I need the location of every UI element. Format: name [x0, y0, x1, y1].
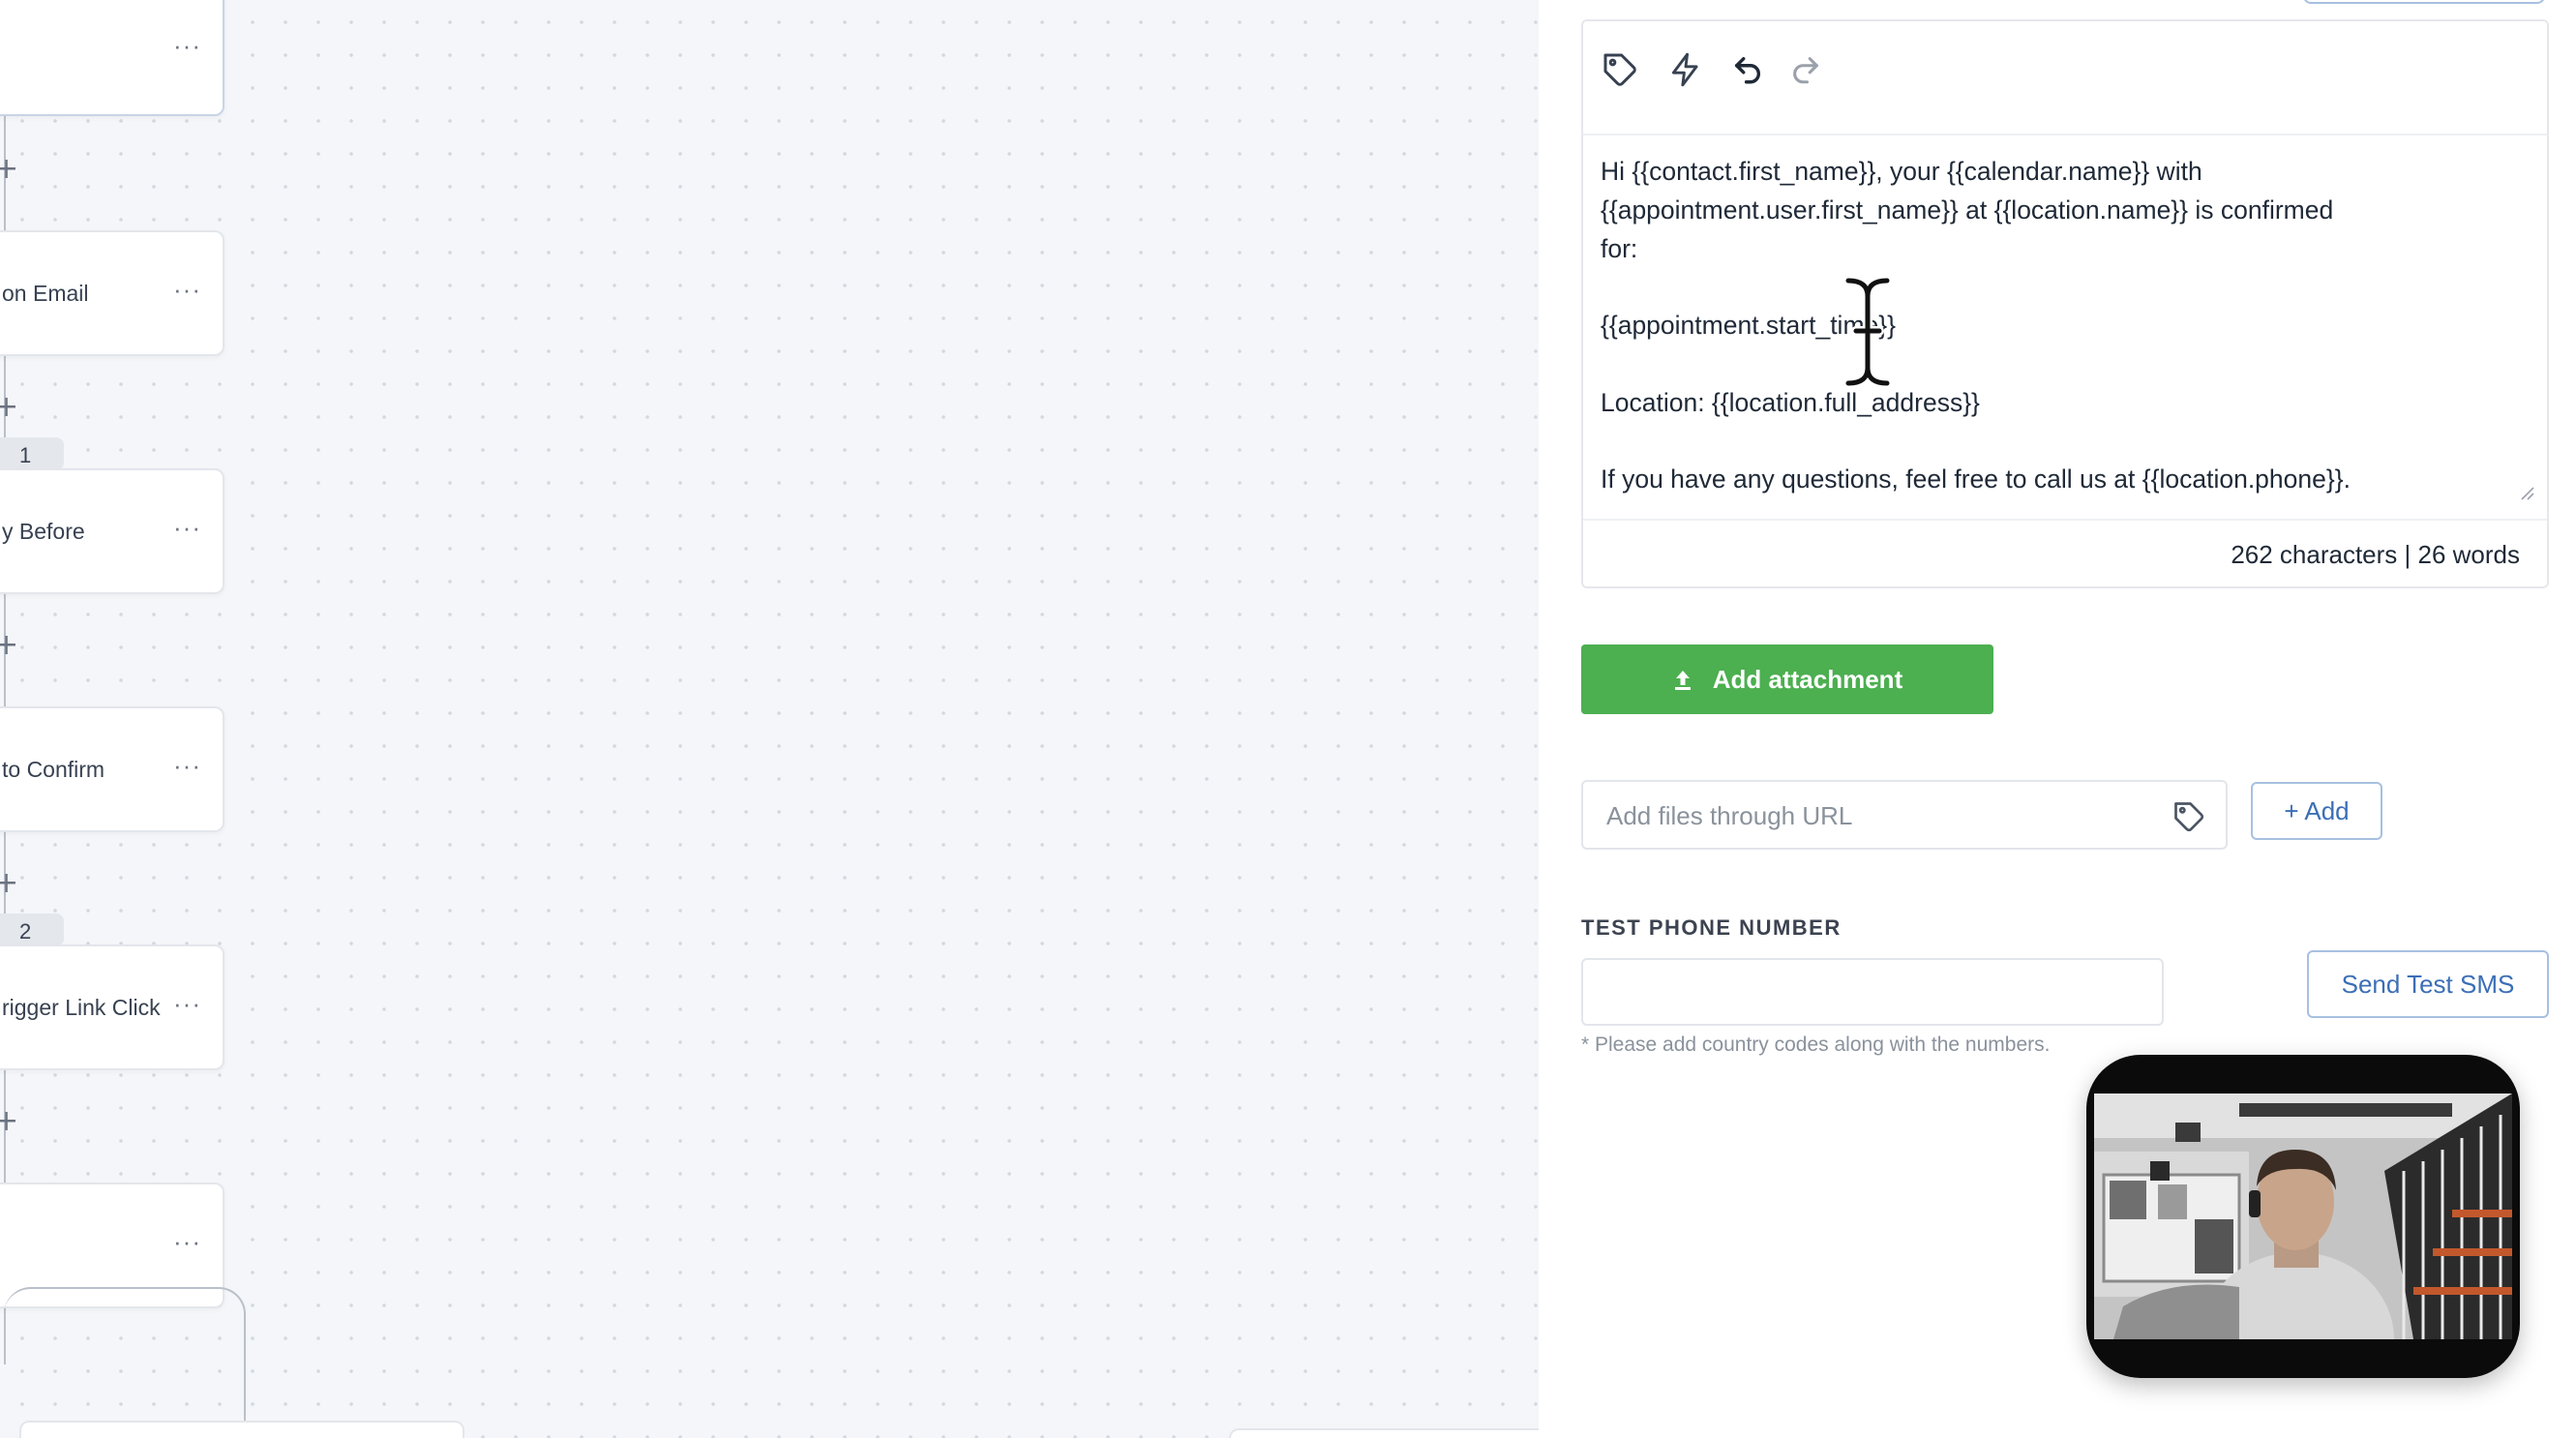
- add-step-icon[interactable]: +: [0, 869, 18, 898]
- add-step-icon[interactable]: +: [0, 1107, 18, 1136]
- file-url-placeholder: Add files through URL: [1606, 801, 1853, 830]
- character-count: 262 characters | 26 words: [2231, 540, 2520, 569]
- node-label: rigger Link Click: [2, 995, 161, 1020]
- redo-icon[interactable]: [1784, 48, 1827, 91]
- node-label: to Confirm: [2, 757, 105, 782]
- lightning-icon[interactable]: [1664, 48, 1707, 91]
- add-attachment-button[interactable]: Add attachment: [1581, 644, 1993, 714]
- node-label: y Before: [2, 519, 85, 544]
- message-textarea[interactable]: Hi {{contact.first_name}}, your {{calend…: [1601, 153, 2520, 530]
- workflow-node[interactable]: on Email ···: [0, 230, 225, 356]
- more-options-icon[interactable]: ···: [173, 989, 201, 1019]
- workflow-node[interactable]: [1229, 1428, 1539, 1438]
- node-label: on Email: [2, 281, 89, 306]
- editor-toolbar: [1583, 21, 2547, 135]
- add-step-icon[interactable]: +: [0, 155, 18, 184]
- country-code-hint: * Please add country codes along with th…: [1581, 1034, 2051, 1056]
- tag-icon[interactable]: [2172, 799, 2206, 839]
- more-options-icon[interactable]: ···: [173, 513, 201, 543]
- more-options-icon[interactable]: ···: [173, 1227, 201, 1257]
- undo-icon[interactable]: [1726, 48, 1769, 91]
- webcam-overlay: [2086, 1055, 2520, 1378]
- branch-badge: 2: [0, 914, 64, 946]
- add-url-button[interactable]: + Add: [2251, 782, 2382, 840]
- workflow-node[interactable]: y Before ···: [0, 468, 225, 594]
- add-attachment-label: Add attachment: [1712, 664, 1903, 694]
- workflow-node[interactable]: ···: [0, 0, 225, 116]
- message-editor: Hi {{contact.first_name}}, your {{calend…: [1581, 19, 2549, 588]
- more-options-icon[interactable]: ···: [173, 31, 201, 61]
- upload-icon: [1674, 671, 1691, 690]
- add-step-icon[interactable]: +: [0, 631, 18, 660]
- add-step-icon[interactable]: +: [0, 393, 18, 422]
- file-url-input[interactable]: Add files through URL: [1581, 780, 2228, 850]
- workflow-canvas[interactable]: ··· + on Email ··· + 1 y Before ··· + to…: [0, 0, 1539, 1438]
- test-phone-label: TEST PHONE NUMBER: [1581, 915, 1842, 940]
- editor-divider: [1583, 519, 2547, 521]
- workflow-node[interactable]: [19, 1421, 464, 1438]
- tag-icon[interactable]: [1599, 48, 1641, 91]
- branch-badge: 1: [0, 437, 64, 470]
- more-options-icon[interactable]: ···: [173, 751, 201, 781]
- workflow-node[interactable]: rigger Link Click ···: [0, 944, 225, 1070]
- more-options-icon[interactable]: ···: [173, 275, 201, 305]
- test-phone-input[interactable]: [1581, 958, 2164, 1026]
- resize-handle-icon[interactable]: [2518, 484, 2535, 501]
- workflow-node[interactable]: to Confirm ···: [0, 706, 225, 832]
- text-cursor-icon: [1843, 276, 1892, 388]
- branch-connector: [4, 1287, 246, 1438]
- webcam-video: [2094, 1093, 2512, 1339]
- top-button-edge[interactable]: [2303, 0, 2545, 4]
- send-test-sms-button[interactable]: Send Test SMS: [2307, 950, 2549, 1018]
